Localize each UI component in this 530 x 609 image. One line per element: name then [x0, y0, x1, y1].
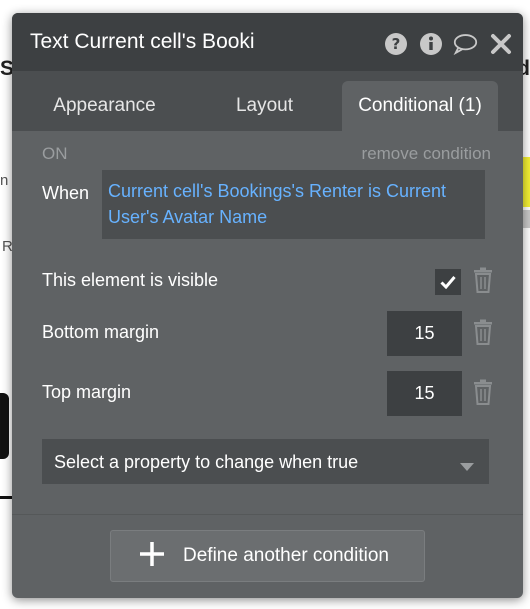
property-editor-panel: Text Current cell's Booki ? Appearance L… [12, 13, 523, 598]
background-text-fragment: n [0, 172, 9, 189]
property-label-bottom-margin: Bottom margin [42, 322, 160, 342]
panel-title: Text Current cell's Booki [30, 30, 255, 53]
trash-icon[interactable] [473, 267, 493, 293]
tab-bar: Appearance Layout Conditional (1) [12, 71, 523, 131]
when-label: When [42, 183, 90, 203]
top-margin-input[interactable]: 15 [387, 371, 462, 416]
tab-conditional[interactable]: Conditional (1) [342, 81, 498, 131]
trash-icon[interactable] [473, 379, 493, 405]
bottom-margin-input[interactable]: 15 [387, 311, 462, 356]
remove-condition-link[interactable]: remove condition [362, 144, 491, 164]
property-label-top-margin: Top margin [42, 382, 132, 402]
define-another-condition-label: Define another condition [183, 545, 389, 566]
trash-icon[interactable] [473, 319, 493, 345]
checkmark-icon [440, 276, 456, 289]
property-select-dropdown[interactable]: Select a property to change when true [42, 439, 489, 484]
tab-layout[interactable]: Layout [202, 81, 327, 131]
chevron-down-icon [460, 458, 474, 476]
close-icon[interactable] [488, 31, 513, 56]
comment-icon[interactable] [453, 31, 478, 56]
visible-checkbox[interactable] [435, 269, 461, 295]
help-icon[interactable]: ? [383, 31, 408, 56]
panel-header[interactable]: Text Current cell's Booki ? [12, 13, 523, 71]
svg-text:?: ? [391, 35, 400, 53]
plus-icon [139, 541, 165, 572]
info-icon[interactable] [418, 31, 443, 56]
header-icons: ? [383, 31, 513, 56]
footer-divider [12, 514, 523, 515]
condition-status: ON [42, 144, 68, 163]
background-element [0, 393, 9, 459]
tab-appearance[interactable]: Appearance [32, 81, 177, 131]
define-another-condition-button[interactable]: Define another condition [110, 530, 425, 582]
condition-expression[interactable]: Current cell's Bookings's Renter is Curr… [102, 170, 485, 239]
property-label-visible: This element is visible [42, 270, 219, 290]
property-select-placeholder: Select a property to change when true [54, 452, 359, 472]
